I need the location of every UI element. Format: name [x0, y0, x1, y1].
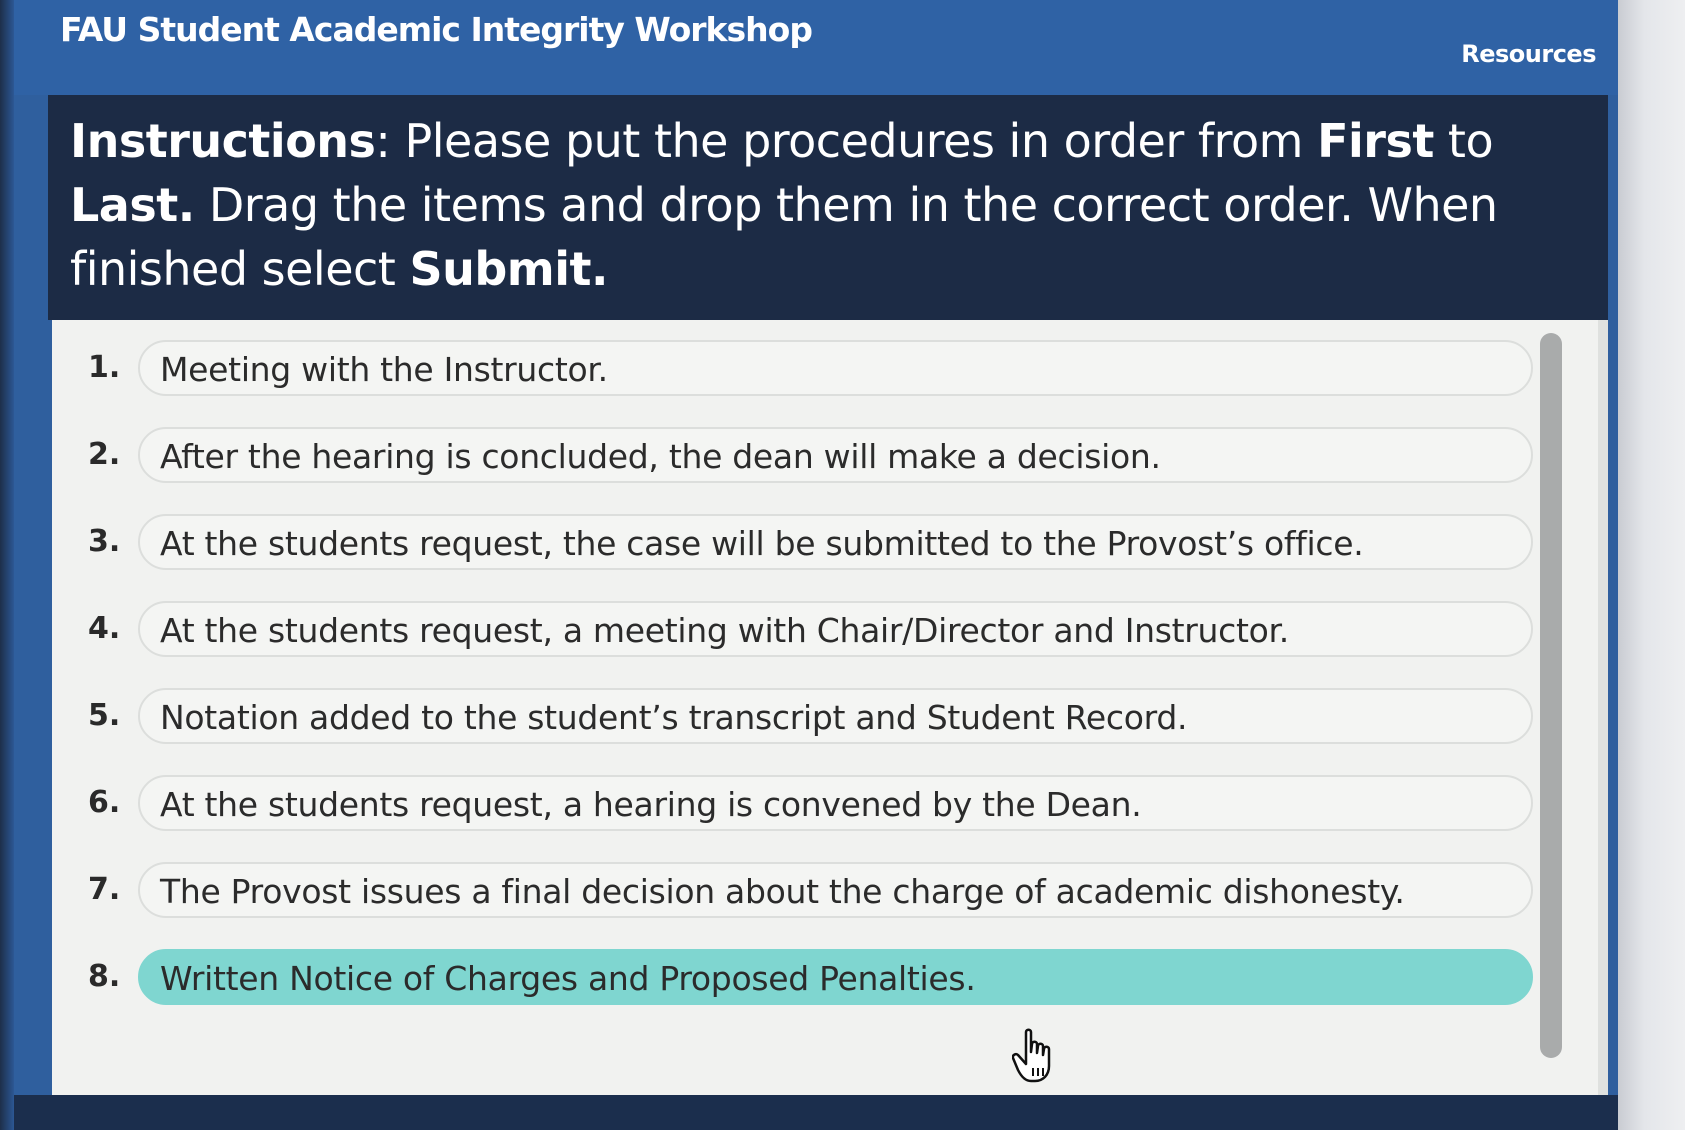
- item-text: At the students request, the case will b…: [160, 524, 1364, 563]
- screen-bezel-right: [1618, 0, 1685, 1130]
- instructions-panel: Instructions: Please put the procedures …: [48, 95, 1608, 320]
- list-item: 4. At the students request, a meeting wi…: [88, 601, 1558, 657]
- draggable-item[interactable]: After the hearing is concluded, the dean…: [138, 427, 1533, 483]
- list-item: 6. At the students request, a hearing is…: [88, 775, 1558, 831]
- draggable-item[interactable]: Notation added to the student’s transcri…: [138, 688, 1533, 744]
- item-number: 8.: [88, 959, 121, 994]
- resources-link[interactable]: Resources: [1461, 40, 1596, 68]
- list-item: 3. At the students request, the case wil…: [88, 514, 1558, 570]
- item-number: 6.: [88, 785, 121, 820]
- screen-bezel-left: [0, 0, 14, 1130]
- draggable-item[interactable]: The Provost issues a final decision abou…: [138, 862, 1533, 918]
- item-text: At the students request, a hearing is co…: [160, 785, 1142, 824]
- draggable-item-selected[interactable]: Written Notice of Charges and Proposed P…: [138, 949, 1533, 1005]
- instructions-part1: : Please put the procedures in order fro…: [375, 114, 1318, 168]
- instructions-part2: Drag the items and drop them in the corr…: [70, 178, 1498, 296]
- list-item: 5. Notation added to the student’s trans…: [88, 688, 1558, 744]
- instructions-last: Last.: [70, 178, 195, 232]
- item-text: At the students request, a meeting with …: [160, 611, 1289, 650]
- draggable-item[interactable]: At the students request, a meeting with …: [138, 601, 1533, 657]
- draggable-item[interactable]: At the students request, a hearing is co…: [138, 775, 1533, 831]
- item-number: 4.: [88, 611, 121, 646]
- item-text: Meeting with the Instructor.: [160, 350, 608, 389]
- item-number: 7.: [88, 872, 121, 907]
- list-item: 7. The Provost issues a final decision a…: [88, 862, 1558, 918]
- draggable-item[interactable]: Meeting with the Instructor.: [138, 340, 1533, 396]
- footer-band: [14, 1095, 1618, 1130]
- instructions-first: First: [1317, 114, 1434, 168]
- item-number: 1.: [88, 350, 121, 385]
- draggable-item[interactable]: At the students request, the case will b…: [138, 514, 1533, 570]
- item-number: 5.: [88, 698, 121, 733]
- app-header: FAU Student Academic Integrity Workshop …: [14, 0, 1618, 95]
- list-item: 1. Meeting with the Instructor.: [88, 340, 1558, 396]
- instructions-label: Instructions: [70, 114, 376, 168]
- scrollbar[interactable]: [1540, 333, 1562, 1058]
- instructions-text: Instructions: Please put the procedures …: [70, 109, 1600, 301]
- item-text: Written Notice of Charges and Proposed P…: [160, 959, 976, 998]
- instructions-submit: Submit.: [409, 242, 608, 296]
- app-title: FAU Student Academic Integrity Workshop: [60, 10, 813, 49]
- item-text: Notation added to the student’s transcri…: [160, 698, 1188, 737]
- hand-pointer-icon: [1011, 1028, 1060, 1084]
- item-number: 3.: [88, 524, 121, 559]
- list-item: 2. After the hearing is concluded, the d…: [88, 427, 1558, 483]
- item-text: The Provost issues a final decision abou…: [160, 872, 1405, 911]
- list-item: 8. Written Notice of Charges and Propose…: [88, 949, 1558, 1005]
- instructions-to: to: [1433, 114, 1494, 168]
- item-number: 2.: [88, 437, 121, 472]
- item-text: After the hearing is concluded, the dean…: [160, 437, 1161, 476]
